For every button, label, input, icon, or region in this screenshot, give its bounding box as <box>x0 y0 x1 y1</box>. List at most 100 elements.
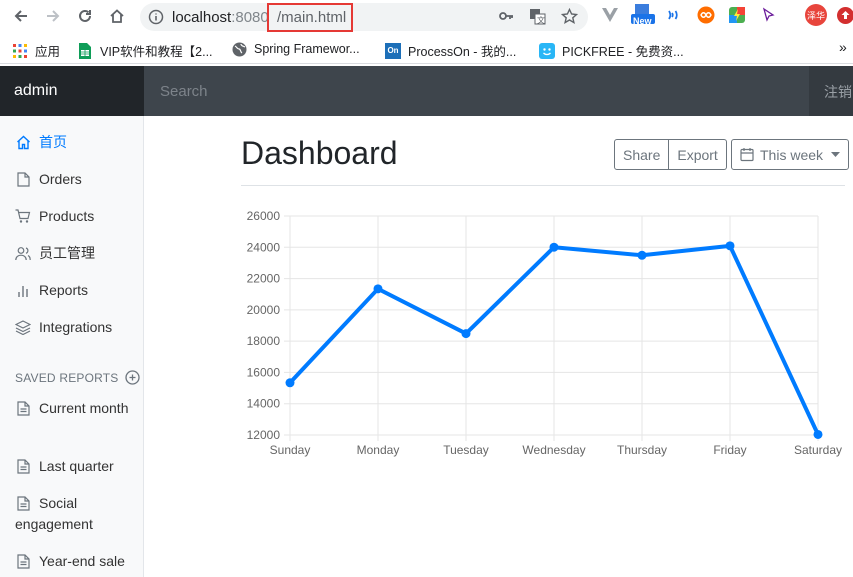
reload-icon[interactable] <box>74 5 96 27</box>
saved-reports-label: SAVED REPORTS <box>15 370 119 385</box>
back-arrow-icon[interactable] <box>10 5 32 27</box>
x-tick-label: Saturday <box>794 443 842 457</box>
bookmark-label: 应用 <box>35 45 61 59</box>
bookmarks-bar: 应用 VIP软件和教程【2... Spring Framewor... On P… <box>0 33 853 64</box>
sidebar-item-label: Products <box>39 208 95 224</box>
file-icon <box>15 169 31 190</box>
file-text-icon <box>15 398 31 419</box>
bookmark-spring[interactable]: Spring Framewor... <box>231 41 360 57</box>
file-text-icon <box>15 551 31 572</box>
apps-grid-icon <box>12 43 28 59</box>
cursor-icon[interactable] <box>759 6 777 24</box>
translate-icon[interactable]: 文 <box>529 8 546 30</box>
svg-text:文: 文 <box>537 15 545 25</box>
sheets-icon <box>77 42 93 59</box>
sidebar-item-employees[interactable]: 员工管理 <box>15 243 95 264</box>
data-point <box>461 329 471 339</box>
sidebar-item-label: 员工管理 <box>39 245 95 261</box>
y-tick-label: 24000 <box>247 240 281 254</box>
saved-reports-heading: SAVED REPORTS <box>15 370 140 385</box>
more-bookmarks-icon[interactable]: » <box>839 39 847 55</box>
infinity-icon[interactable] <box>697 6 715 24</box>
file-text-icon <box>15 456 31 477</box>
y-tick-label: 14000 <box>247 397 281 411</box>
y-tick-label: 18000 <box>247 334 281 348</box>
file-text-icon <box>15 493 31 514</box>
y-tick-label: 26000 <box>247 209 281 223</box>
sidebar-item-label: 首页 <box>39 134 67 150</box>
sidebar-item-label: Integrations <box>39 319 113 335</box>
main-content: Dashboard Share Export This week 12000 14… <box>144 116 853 577</box>
avatar-text: 泽华 <box>807 11 826 21</box>
search-input[interactable] <box>144 66 809 116</box>
top-navbar: admin 注销 <box>0 66 853 116</box>
home-icon[interactable] <box>106 5 128 27</box>
x-tick-label: Thursday <box>617 443 667 457</box>
url-host: localhost:8080 <box>172 9 269 26</box>
star-icon[interactable] <box>560 7 579 30</box>
saved-report-label: Current month <box>39 400 129 416</box>
sidebar-item-integrations[interactable]: Integrations <box>15 317 112 338</box>
bookmark-processon[interactable]: On ProcessOn - 我的... <box>385 41 516 60</box>
data-point <box>373 284 383 294</box>
home-icon <box>15 132 31 153</box>
signout-link[interactable]: 注销 <box>824 82 852 102</box>
bookmark-label: ProcessOn - 我的... <box>408 45 517 59</box>
data-point <box>549 242 559 252</box>
bookmark-vip[interactable]: VIP软件和教程【2... <box>77 41 213 60</box>
layers-icon <box>15 317 31 338</box>
wifi-icon[interactable] <box>665 6 683 24</box>
vue-devtools-icon[interactable] <box>601 6 619 24</box>
info-icon[interactable] <box>148 9 164 30</box>
y-tick-label: 22000 <box>247 272 281 286</box>
saved-report-label: Last quarter <box>39 458 114 474</box>
x-tick-label: Sunday <box>270 443 311 457</box>
new-extension-icon[interactable]: New <box>631 4 655 26</box>
processon-icon: On <box>385 42 401 59</box>
url-path: /main.html <box>277 9 347 26</box>
data-point <box>725 241 735 251</box>
avatar[interactable]: 泽华 <box>805 4 827 26</box>
shopping-cart-icon <box>15 206 31 227</box>
bolt-extension-icon[interactable] <box>728 6 746 24</box>
x-axis-labels: Sunday Monday Tuesday Wednesday Thursday Frid… <box>270 443 842 457</box>
y-tick-label: 12000 <box>247 428 281 442</box>
bookmark-label: PICKFREE - 免费资... <box>562 45 684 59</box>
sidebar-item-home[interactable]: 首页 <box>15 132 67 153</box>
users-icon <box>15 243 31 264</box>
x-tick-label: Monday <box>357 443 400 457</box>
add-circle-icon[interactable] <box>124 370 140 385</box>
x-tick-label: Wednesday <box>522 443 585 457</box>
saved-report-label: Year-end sale <box>39 553 125 569</box>
key-icon[interactable] <box>498 8 514 29</box>
upload-extension-icon[interactable] <box>836 6 853 24</box>
bookmark-label: VIP软件和教程【2... <box>100 45 213 59</box>
bookmark-apps[interactable]: 应用 <box>12 41 60 60</box>
y-tick-label: 16000 <box>247 365 281 379</box>
sidebar-item-orders[interactable]: Orders <box>15 169 82 190</box>
x-tick-label: Tuesday <box>443 443 489 457</box>
address-bar[interactable]: localhost:8080 /main.html 文 <box>140 3 588 32</box>
brand[interactable]: admin <box>0 66 144 116</box>
x-tick-label: Friday <box>713 443 746 457</box>
bookmark-label: Spring Framewor... <box>254 42 360 56</box>
sidebar-item-label: Reports <box>39 282 89 298</box>
sidebar-item-reports[interactable]: Reports <box>15 280 88 301</box>
saved-report-current-month[interactable]: Current month <box>15 398 135 419</box>
sidebar-item-label: Orders <box>39 171 82 187</box>
saved-report-last-quarter[interactable]: Last quarter <box>15 456 135 477</box>
y-tick-label: 20000 <box>247 303 281 317</box>
sidebar-item-products[interactable]: Products <box>15 206 94 227</box>
globe-icon <box>231 41 247 57</box>
browser-toolbar: localhost:8080 /main.html 文 New 泽华 <box>0 0 853 33</box>
data-point <box>813 429 823 439</box>
bar-chart-icon <box>15 280 31 301</box>
line-chart: 12000 14000 16000 18000 20000 22000 24000 26000… <box>247 209 842 457</box>
sidebar: 首页 Orders Products 员工管理 Reports Integrat… <box>0 116 144 577</box>
saved-report-social-engagement[interactable]: Social engagement <box>15 493 135 535</box>
new-badge: New <box>633 16 652 26</box>
data-point <box>637 250 647 260</box>
forward-arrow-icon[interactable] <box>42 5 64 27</box>
bookmark-pickfree[interactable]: PICKFREE - 免费资... <box>539 41 684 60</box>
saved-report-year-end-sale[interactable]: Year-end sale <box>15 551 135 572</box>
